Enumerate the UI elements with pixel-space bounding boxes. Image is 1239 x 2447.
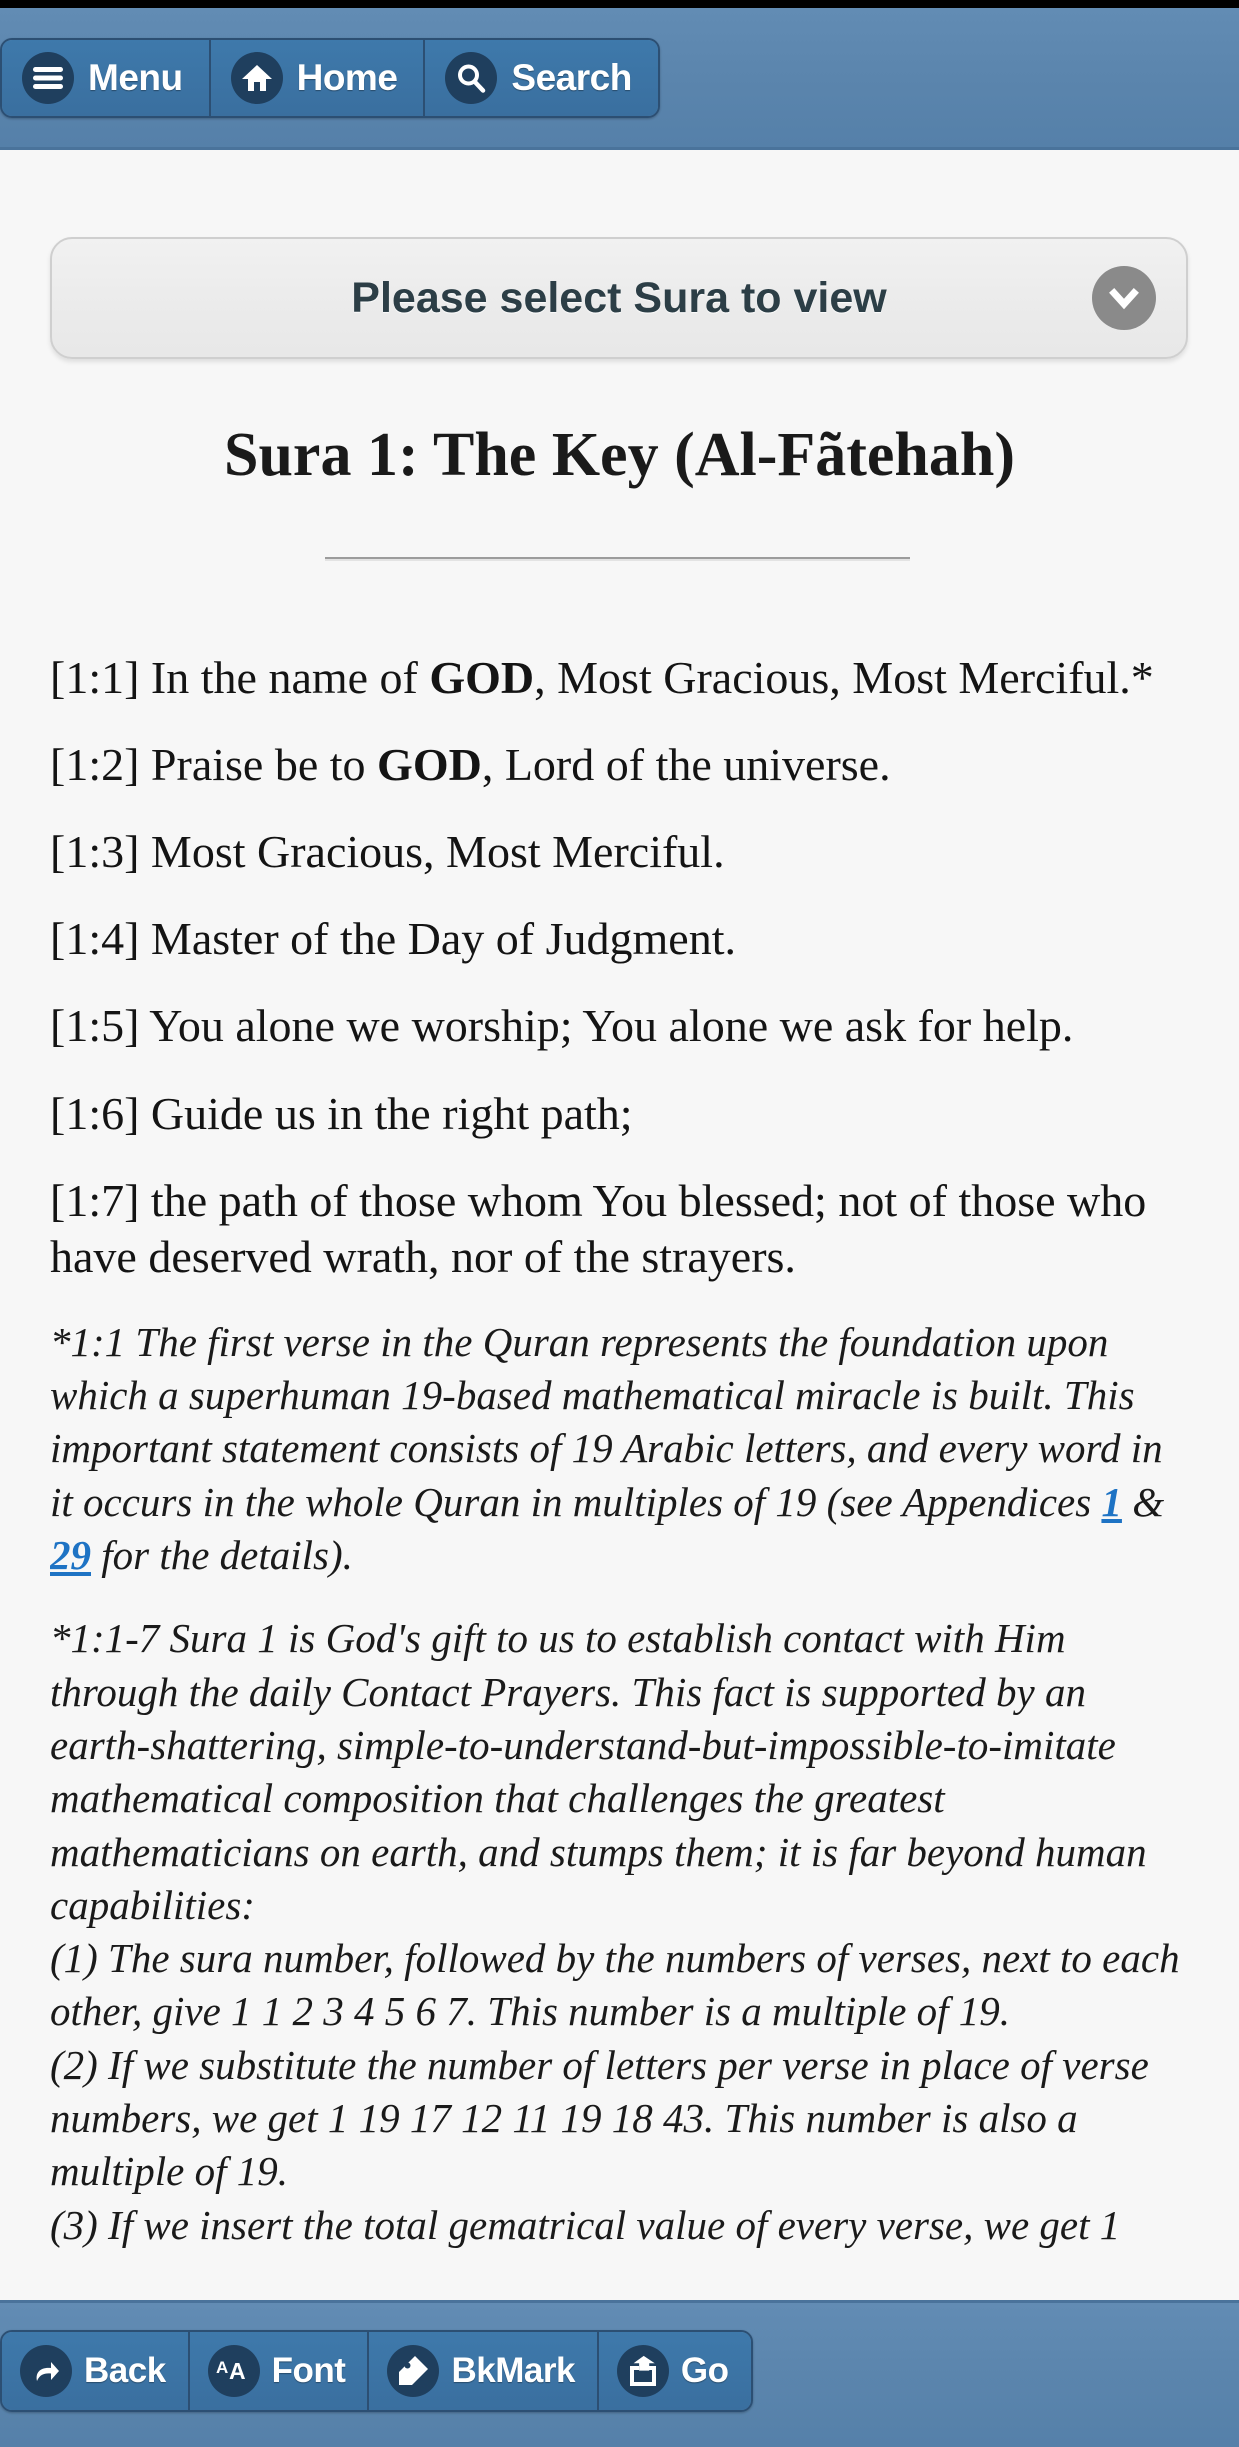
home-icon [230,52,283,104]
verse-1-3: [1:3] Most Gracious, Most Merciful. [50,824,1189,880]
sura-selector-box[interactable]: Please select Sura to view [50,237,1188,359]
verse-ref: [1:5] [50,1000,150,1052]
search-button[interactable]: Search [425,40,658,116]
menu-button-label: Menu [88,57,183,98]
verse-text-pre: Most Gracious, Most Merciful. [150,826,725,878]
page-title: Sura 1: The Key (Al-Fãtehah) [223,421,1016,489]
title-divider [325,557,910,561]
verse-text-pre: Master of the Day of Judgment. [150,913,737,965]
search-icon [445,52,498,104]
verse-1-6: [1:6] Guide us in the right path; [50,1086,1189,1142]
home-button-label: Home [296,57,398,98]
tag-bookmark-icon [387,2345,440,2397]
menu-button[interactable]: Menu [2,40,211,116]
footnote-1-1-7: *1:1-7 Sura 1 is God's gift to us to est… [50,1612,1189,2252]
sura-selector-label: Please select Sura to view [351,273,887,322]
svg-text:A: A [229,2358,246,2384]
footnote-point-1: (1) The sura number, followed by the num… [50,1935,1180,2035]
verse-ref: [1:6] [50,1087,151,1139]
verse-ref: [1:1] [50,652,151,703]
verse-1-2: [1:2] Praise be to GOD, Lord of the univ… [50,737,1189,793]
bottom-toolbar-button-group: Back A A Font BkMark Go [0,2330,753,2412]
font-size-aa-icon: A A [207,2345,260,2397]
verse-text-post: , Lord of the universe. [481,739,891,791]
verse-text-pre: Guide us in the right path; [150,1087,633,1139]
verse-text-pre: You alone we worship; You alone we ask f… [149,1000,1074,1052]
status-bar-sliver [0,0,1239,8]
share-export-icon [616,2345,669,2397]
top-nav-button-group: Menu Home Search [0,38,660,118]
font-button-label: Font [271,2351,346,2390]
verse-ref: [1:7] [50,1174,151,1226]
verse-ref: [1:3] [50,826,151,878]
footnote-intro: *1:1-7 Sura 1 is God's gift to us to est… [50,1615,1147,1928]
footnote-1-1: *1:1 The first verse in the Quran repres… [50,1316,1189,1582]
back-button[interactable]: Back [2,2332,190,2410]
verse-text-post: , Most Gracious, Most Merciful.* [534,652,1154,703]
verse-ref: [1:4] [50,913,151,965]
back-button-label: Back [84,2351,166,2390]
hamburger-menu-icon [22,52,74,104]
verse-text-pre: the path of those whom You blessed; not … [50,1174,1147,1282]
sura-content[interactable]: [1:1] In the name of GOD, Most Gracious,… [50,650,1189,2300]
footnote-text: *1:1 The first verse in the Quran repres… [50,1318,1163,1525]
verse-text-pre: Praise be to [150,739,378,791]
appendix-link-1[interactable]: 1 [1101,1479,1122,1525]
verse-ref: [1:2] [50,739,151,791]
top-navigation-bar: Menu Home Search [0,8,1239,150]
home-button[interactable]: Home [210,40,426,116]
bottom-toolbar: Back A A Font BkMark Go [0,2300,1239,2447]
chevron-down-icon[interactable] [1092,266,1156,330]
sura-selector[interactable]: Please select Sura to view [50,237,1188,359]
bookmark-button[interactable]: BkMark [369,2332,599,2410]
verse-1-4: [1:4] Master of the Day of Judgment. [50,911,1189,967]
footnote-point-2: (2) If we substitute the number of lette… [50,2041,1149,2195]
verse-1-5: [1:5] You alone we worship; You alone we… [50,998,1189,1054]
footnote-point-3: (3) If we insert the total gematrical va… [50,2201,1121,2248]
font-button[interactable]: A A Font [189,2332,370,2410]
verse-text-pre: In the name of [150,652,430,703]
appendix-link-29[interactable]: 29 [50,1532,91,1578]
footnote-link-separator: & [1121,1478,1165,1525]
bookmark-button-label: BkMark [451,2351,575,2390]
verse-1-1: [1:1] In the name of GOD, Most Gracious,… [50,650,1189,706]
verse-1-7: [1:7] the path of those whom You blessed… [50,1173,1189,1285]
footnote-text-tail: for the details). [91,1532,353,1579]
go-button-label: Go [680,2351,729,2390]
go-button[interactable]: Go [598,2332,751,2410]
svg-text:A: A [216,2358,228,2377]
undo-arrow-icon [20,2345,72,2397]
search-button-label: Search [511,57,632,98]
god-emphasis: GOD [377,739,482,791]
god-emphasis: GOD [429,652,535,703]
